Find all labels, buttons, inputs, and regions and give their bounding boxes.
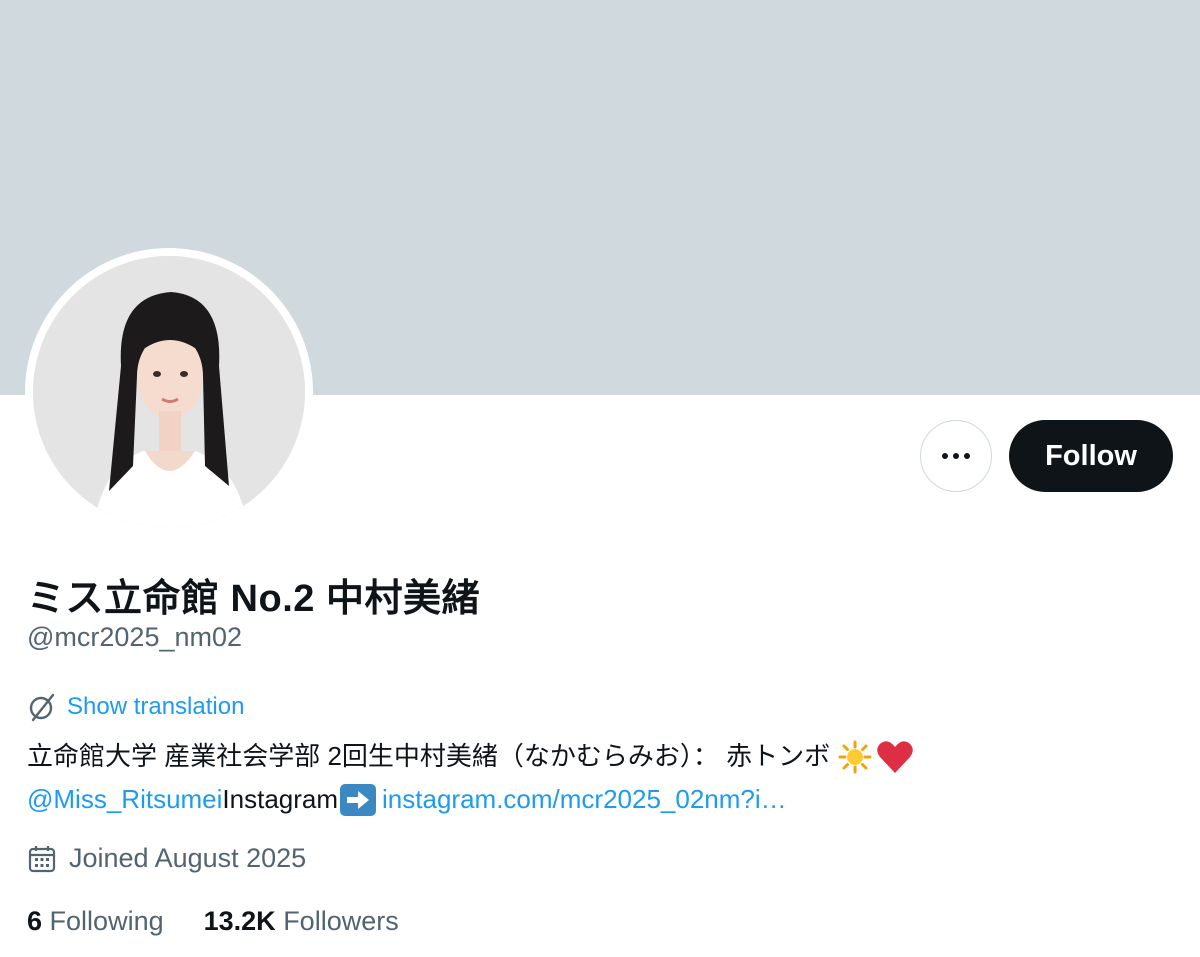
- more-horizontal-icon: [942, 453, 970, 459]
- followers-label: Followers: [283, 906, 399, 936]
- avatar-border: [25, 248, 313, 536]
- sun-emoji: [838, 740, 872, 773]
- bio-line-1: 立命館大学 産業社会学部 2回生中村美緒（なかむらみお）： 赤トンボ: [27, 735, 1177, 778]
- profile-bio: 立命館大学 産業社会学部 2回生中村美緒（なかむらみお）： 赤トンボ @Miss…: [27, 735, 1177, 821]
- user-handle: @mcr2025_nm02: [27, 622, 243, 652]
- profile-photo: [33, 256, 305, 528]
- show-translation[interactable]: Show translation: [27, 692, 244, 722]
- followers-count: 13.2K: [203, 906, 276, 936]
- display-name: ミス立命館 No.2 中村美緒: [27, 578, 480, 620]
- following-label: Following: [49, 906, 164, 936]
- profile-page: Follow ミス立命館 No.2 中村美緒 @mcr2025_nm02 Sho…: [0, 0, 1200, 957]
- show-translation-label[interactable]: Show translation: [67, 693, 244, 721]
- instagram-label: Instagram: [222, 784, 339, 814]
- translate-icon: [29, 693, 55, 722]
- follow-stats: 6 Following 13.2K Followers: [27, 906, 399, 937]
- instagram-link[interactable]: instagram.com/mcr2025_02nm?i…: [382, 778, 787, 821]
- right-arrow-emoji: [340, 783, 377, 816]
- more-options-button[interactable]: [920, 420, 992, 492]
- calendar-icon: [28, 845, 56, 872]
- followers-link[interactable]: 13.2K Followers: [204, 906, 399, 937]
- heart-emoji: [877, 740, 913, 773]
- avatar[interactable]: [33, 256, 305, 528]
- bio-text: 立命館大学 産業社会学部 2回生中村美緒（なかむらみお）： 赤トンボ: [27, 741, 831, 771]
- joined-date: Joined August 2025: [27, 843, 306, 874]
- following-count: 6: [27, 906, 43, 936]
- follow-button[interactable]: Follow: [1009, 420, 1173, 492]
- following-link[interactable]: 6 Following: [27, 906, 164, 937]
- bio-line-2: @Miss_Ritsumei Instagram instagram.com/m…: [27, 778, 1177, 821]
- joined-text: Joined August 2025: [69, 843, 307, 873]
- mention-link[interactable]: @Miss_Ritsumei: [27, 778, 222, 821]
